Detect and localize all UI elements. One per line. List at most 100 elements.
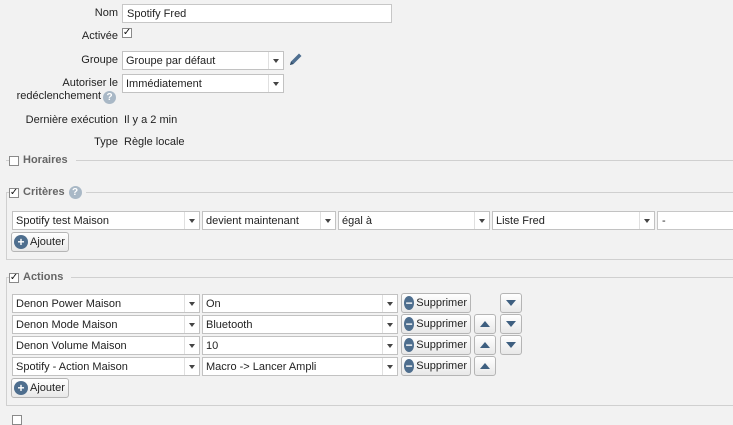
- action-device-select[interactable]: Denon Mode Maison: [12, 315, 200, 334]
- arrow-up-icon: [480, 321, 490, 327]
- chevron-down-icon: [474, 212, 489, 229]
- criteres-checkbox[interactable]: ✓: [9, 187, 19, 198]
- chevron-down-icon: [268, 75, 283, 92]
- move-down-button[interactable]: [500, 314, 522, 334]
- chevron-down-icon: [382, 295, 397, 312]
- critere-add-label: Ajouter: [30, 236, 65, 248]
- action-device-select[interactable]: Spotify - Action Maison: [12, 357, 200, 376]
- plus-circle-icon: +: [14, 235, 28, 249]
- critere-device-select[interactable]: Spotify test Maison: [12, 211, 200, 230]
- autoriser-label-line2: redéclenchement: [16, 90, 101, 102]
- groupe-select[interactable]: Groupe par défaut: [122, 51, 284, 70]
- arrow-up-icon: [480, 342, 490, 348]
- move-down-button[interactable]: [500, 335, 522, 355]
- critere-condition-select[interactable]: devient maintenant: [202, 211, 336, 230]
- critere-condition-value: devient maintenant: [206, 215, 299, 227]
- action-add-button[interactable]: + Ajouter: [11, 378, 69, 398]
- criteres-left-border: [6, 192, 7, 259]
- action-add-label: Ajouter: [30, 382, 65, 394]
- action-device-value: Denon Power Maison: [16, 298, 122, 310]
- autoriser-label-line1: Autoriser le: [62, 77, 118, 89]
- actions-divider: [6, 277, 733, 278]
- chevron-down-icon: [382, 358, 397, 375]
- groupe-select-value: Groupe par défaut: [126, 55, 216, 67]
- chevron-down-icon: [639, 212, 654, 229]
- critere-value-select[interactable]: Liste Fred: [492, 211, 655, 230]
- move-up-button[interactable]: [474, 335, 496, 355]
- critere-device-value: Spotify test Maison: [16, 215, 109, 227]
- chevron-down-icon: [184, 212, 199, 229]
- critere-operator-select[interactable]: égal à: [338, 211, 490, 230]
- help-icon[interactable]: ?: [103, 91, 116, 104]
- actions-fieldset-legend: ✓ Actions: [9, 271, 72, 284]
- critere-extra-input[interactable]: -: [657, 211, 733, 230]
- action-value-select[interactable]: Bluetooth: [202, 315, 398, 334]
- minus-circle-icon: −: [404, 359, 415, 373]
- arrow-down-icon: [506, 342, 516, 348]
- action-delete-button[interactable]: − Supprimer: [401, 356, 471, 376]
- derniere-execution-label: Dernière exécution: [25, 114, 118, 126]
- activee-label: Activée: [81, 30, 118, 42]
- groupe-label: Groupe: [81, 54, 118, 66]
- chevron-down-icon: [184, 358, 199, 375]
- action-delete-label: Supprimer: [416, 318, 467, 330]
- action-device-select[interactable]: Denon Power Maison: [12, 294, 200, 313]
- autoriser-select[interactable]: Immédiatement: [122, 74, 284, 93]
- critere-value-value: Liste Fred: [496, 215, 545, 227]
- type-value: Règle locale: [124, 136, 185, 148]
- minus-circle-icon: −: [404, 317, 415, 331]
- action-delete-button[interactable]: − Supprimer: [401, 293, 471, 313]
- horaires-checkbox[interactable]: [9, 155, 19, 166]
- chevron-down-icon: [268, 52, 283, 69]
- chevron-down-icon: [184, 316, 199, 333]
- help-icon[interactable]: ?: [68, 186, 82, 199]
- chevron-down-icon: [382, 316, 397, 333]
- action-delete-button[interactable]: − Supprimer: [401, 335, 471, 355]
- action-value-select[interactable]: 10: [202, 336, 398, 355]
- move-down-button[interactable]: [500, 293, 522, 313]
- actions-legend: Actions: [19, 271, 68, 284]
- action-delete-label: Supprimer: [416, 339, 467, 351]
- activee-checkbox[interactable]: ✓: [122, 28, 132, 38]
- horaires-fieldset-legend: Horaires: [9, 154, 76, 167]
- action-value-value: On: [206, 298, 221, 310]
- action-value-value: 10: [206, 340, 219, 352]
- action-delete-button[interactable]: − Supprimer: [401, 314, 471, 334]
- nom-label: Nom: [94, 7, 118, 19]
- next-section-checkbox[interactable]: [12, 415, 22, 425]
- action-device-value: Denon Volume Maison: [16, 340, 127, 352]
- action-value-select[interactable]: Macro -> Lancer Ampli: [202, 357, 398, 376]
- actions-bottom-border: [6, 405, 733, 406]
- arrow-down-icon: [506, 321, 516, 327]
- autoriser-label: Autoriser le: [0, 77, 118, 90]
- action-value-value: Macro -> Lancer Ampli: [206, 361, 317, 373]
- autoriser-select-value: Immédiatement: [126, 78, 202, 90]
- pencil-icon[interactable]: [287, 52, 305, 68]
- criteres-fieldset-legend: ✓ Critères ?: [9, 186, 86, 199]
- critere-operator-value: égal à: [342, 215, 372, 227]
- minus-circle-icon: −: [404, 296, 415, 310]
- action-value-select[interactable]: On: [202, 294, 398, 313]
- arrow-down-icon: [506, 300, 516, 306]
- action-value-value: Bluetooth: [206, 319, 253, 331]
- minus-circle-icon: −: [404, 338, 415, 352]
- critere-add-button[interactable]: + Ajouter: [11, 232, 69, 252]
- action-delete-label: Supprimer: [416, 297, 467, 309]
- nom-input[interactable]: Spotify Fred: [122, 4, 392, 23]
- type-label: Type: [94, 136, 118, 148]
- derniere-execution-value: Il y a 2 min: [124, 114, 178, 126]
- actions-left-border: [6, 277, 7, 405]
- actions-checkbox[interactable]: ✓: [9, 272, 19, 283]
- action-delete-label: Supprimer: [416, 360, 467, 372]
- action-device-value: Spotify - Action Maison: [16, 361, 128, 373]
- move-up-button[interactable]: [474, 314, 496, 334]
- action-device-select[interactable]: Denon Volume Maison: [12, 336, 200, 355]
- chevron-down-icon: [320, 212, 335, 229]
- plus-circle-icon: +: [14, 381, 28, 395]
- horaires-divider: [6, 160, 733, 161]
- move-up-button[interactable]: [474, 356, 496, 376]
- chevron-down-icon: [184, 295, 199, 312]
- horaires-legend: Horaires: [19, 154, 72, 167]
- criteres-legend: Critères: [19, 186, 69, 199]
- criteres-bottom-border: [6, 259, 733, 260]
